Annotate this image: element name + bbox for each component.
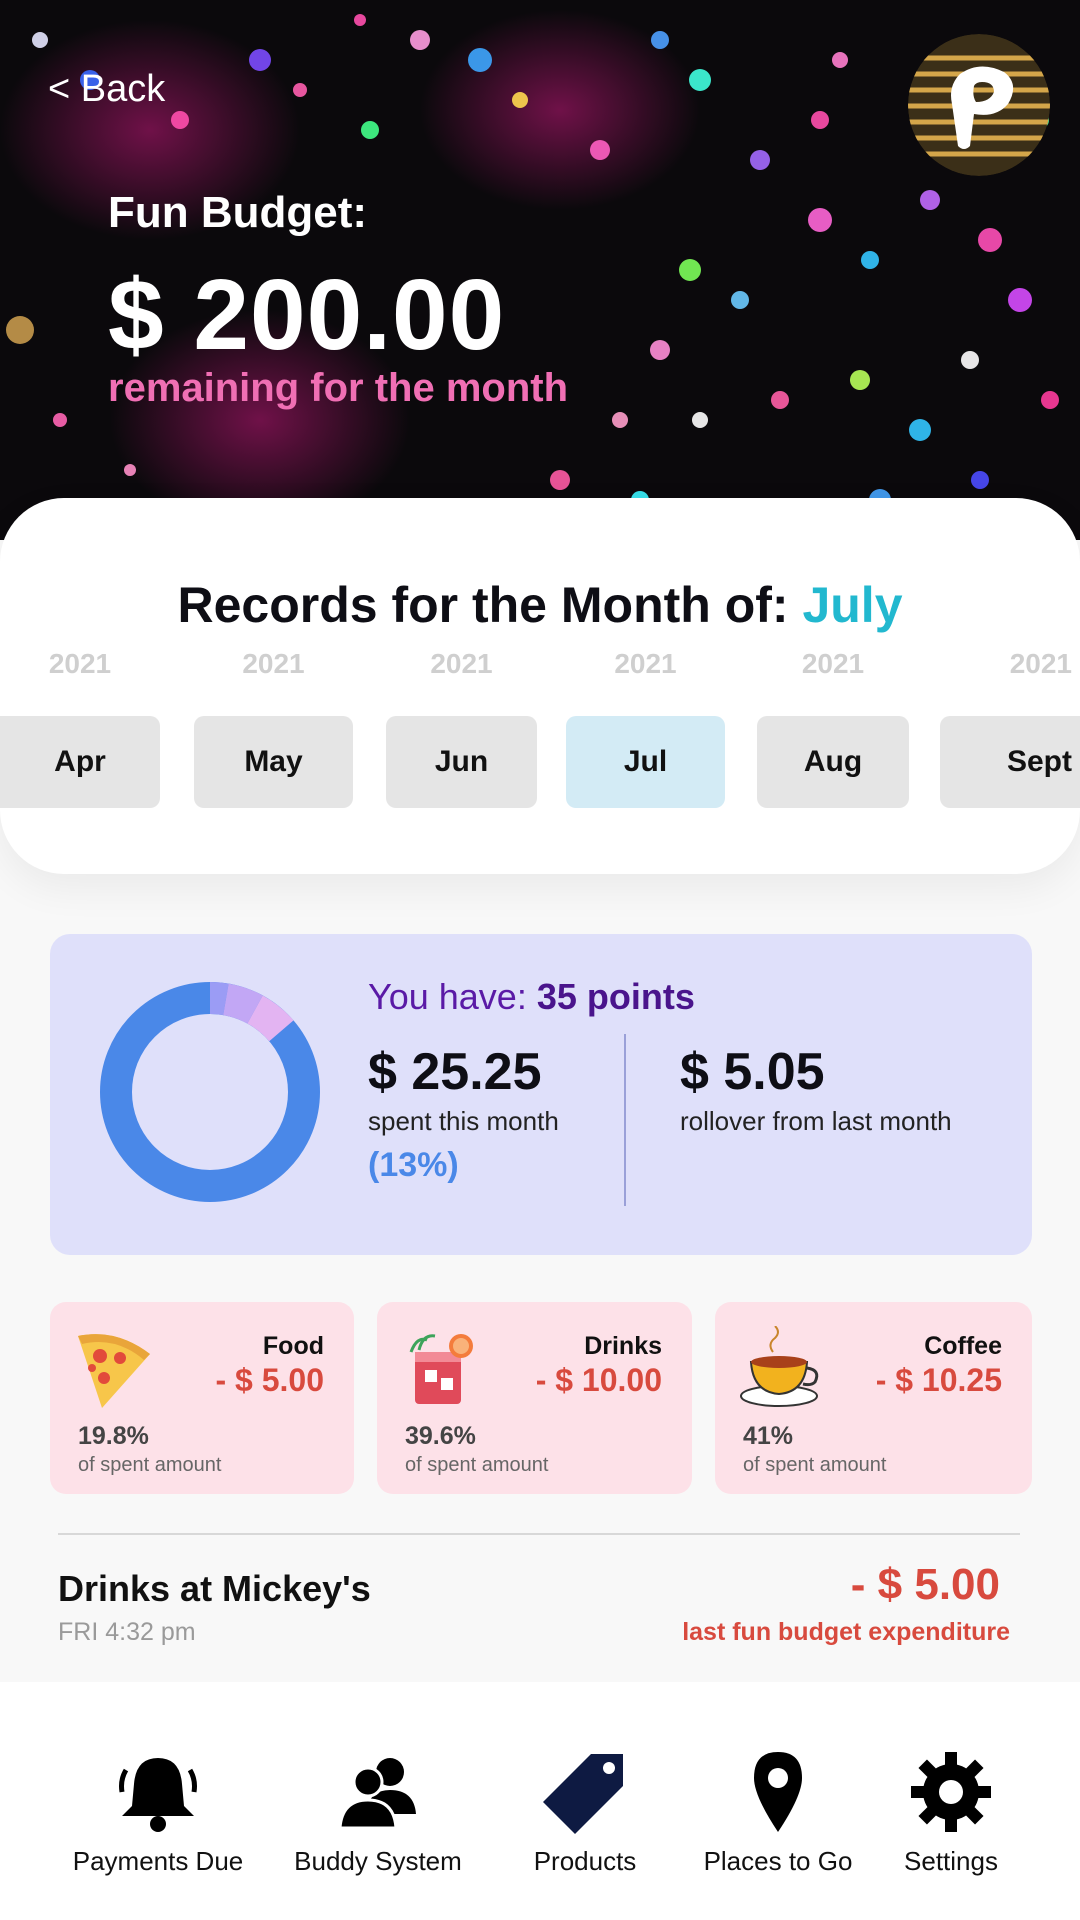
rollover-amount: $ 5.05 [680, 1043, 825, 1101]
spent-label: spent this month [368, 1106, 559, 1136]
category-percent-label: of spent amount [78, 1454, 222, 1476]
points-value: 35 points [536, 976, 695, 1017]
month-jun[interactable]: 2021 Jun [386, 616, 537, 808]
category-card-drinks[interactable]: Drinks - $ 10.00 39.6% of spent amount [377, 1302, 692, 1494]
back-button[interactable]: < Back [48, 68, 165, 111]
spent-amount: $ 25.25 [368, 1043, 542, 1101]
last-expense-time: FRI 4:32 pm [58, 1618, 196, 1646]
month-sept[interactable]: 2021 Sept [940, 616, 1080, 808]
month-apr[interactable]: 2021 Apr [0, 616, 160, 808]
rollover-label: rollover from last month [680, 1106, 952, 1136]
month-year: 2021 [614, 648, 677, 679]
nav-label: Settings [904, 1846, 998, 1876]
month-jul[interactable]: 2021 Jul [566, 616, 725, 808]
spending-donut-chart [100, 982, 320, 1202]
budget-subtitle: remaining for the month [108, 366, 568, 410]
category-card-coffee[interactable]: Coffee - $ 10.25 41% of spent amount [715, 1302, 1032, 1494]
nav-label: Payments Due [72, 1846, 244, 1876]
last-expense-label: last fun budget expenditure [682, 1618, 1010, 1646]
month-button[interactable]: May [194, 716, 353, 808]
records-card: Records for the Month of: July 2021 Apr … [0, 498, 1080, 874]
points-prefix: You have: [368, 976, 527, 1017]
map-pin-icon [754, 1752, 802, 1832]
category-percent-label: of spent amount [405, 1454, 549, 1476]
nav-payments-due[interactable]: Payments Due [58, 1750, 258, 1900]
coffee-cup-icon [740, 1326, 819, 1407]
category-amount: - $ 10.00 [535, 1362, 662, 1398]
month-button[interactable]: Jun [386, 716, 537, 808]
month-button[interactable]: Jul [566, 716, 725, 808]
month-button[interactable]: Sept [940, 716, 1080, 808]
month-aug[interactable]: 2021 Aug [757, 616, 909, 808]
category-percent: 19.8% [78, 1422, 149, 1450]
cocktail-icon [409, 1334, 473, 1404]
nav-settings[interactable]: Settings [851, 1750, 1051, 1900]
category-name: Food [262, 1332, 324, 1360]
category-percent-label: of spent amount [743, 1454, 887, 1476]
last-expense-title[interactable]: Drinks at Mickey's [58, 1568, 371, 1610]
last-expense-amount: - $ 5.00 [850, 1560, 1000, 1609]
month-may[interactable]: 2021 May [194, 616, 353, 808]
category-amount: - $ 10.25 [875, 1362, 1002, 1398]
category-name: Coffee [924, 1332, 1002, 1360]
spent-percent: (13%) [368, 1146, 459, 1184]
category-name: Drinks [584, 1332, 662, 1360]
pizza-icon [78, 1334, 150, 1408]
budget-label: Fun Budget: [108, 188, 368, 237]
budget-amount: $ 200.00 [108, 259, 506, 371]
month-button[interactable]: Aug [757, 716, 909, 808]
nav-places-to-go[interactable]: Places to Go [678, 1750, 878, 1900]
section-divider [58, 1533, 1020, 1535]
tag-icon [543, 1754, 623, 1834]
nav-buddy-system[interactable]: Buddy System [278, 1750, 478, 1900]
month-year: 2021 [1009, 648, 1072, 679]
month-year: 2021 [242, 648, 305, 679]
gear-icon [911, 1752, 991, 1832]
points-text: You have: 35 points [368, 976, 695, 1018]
month-year: 2021 [801, 648, 865, 679]
category-percent: 39.6% [405, 1422, 476, 1450]
summary-divider [624, 1034, 626, 1206]
nav-products[interactable]: Products [485, 1750, 685, 1900]
category-card-food[interactable]: Food - $ 5.00 19.8% of spent amount [50, 1302, 354, 1494]
app-logo [908, 34, 1050, 176]
hero-banner: < Back Fun Budget: $ 200.00 remaining fo… [0, 0, 1080, 540]
nav-label: Buddy System [294, 1846, 462, 1876]
month-year: 2021 [430, 648, 493, 679]
spending-summary-card: You have: 35 points $ 25.25 spent this m… [50, 934, 1032, 1255]
category-amount: - $ 5.00 [215, 1362, 324, 1398]
people-icon [338, 1758, 416, 1830]
category-percent: 41% [743, 1422, 794, 1450]
bell-icon [119, 1758, 197, 1832]
month-button[interactable]: Apr [0, 716, 160, 808]
bottom-navigation: Payments Due Buddy System Products Place… [0, 1682, 1080, 1920]
month-year: 2021 [48, 648, 112, 679]
records-title: Records for the Month of: July [0, 576, 1080, 634]
